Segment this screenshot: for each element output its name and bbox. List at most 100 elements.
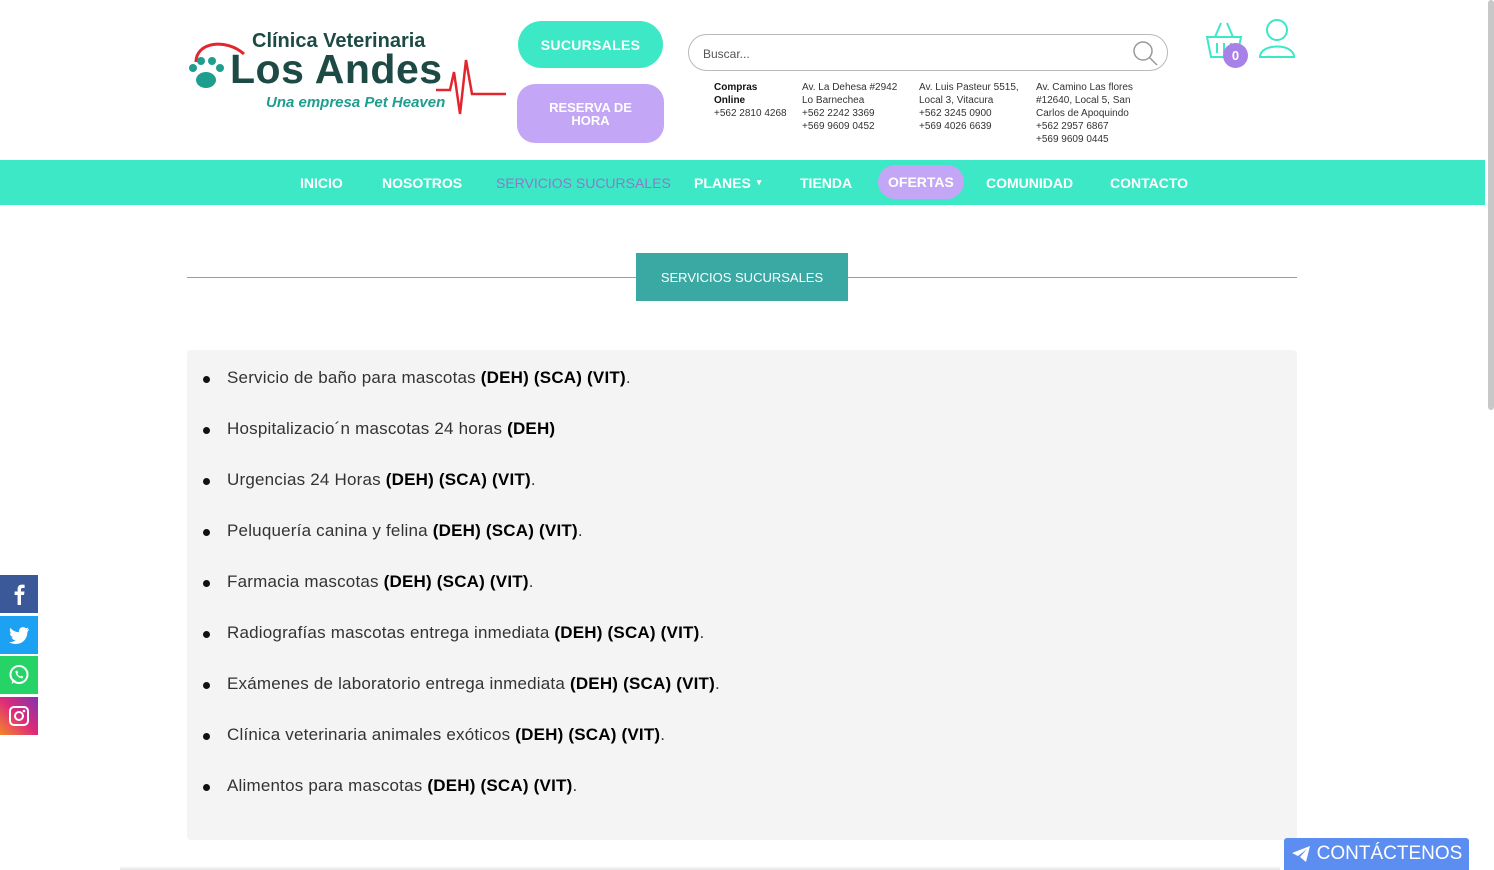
cart-count-badge: 0 (1223, 43, 1248, 68)
section-title: SERVICIOS SUCURSALES (636, 253, 848, 301)
sucursales-button[interactable]: SUCURSALES (518, 21, 663, 68)
contact-phone[interactable]: +562 3245 0900 (919, 107, 1031, 120)
brand-name: Los Andes (230, 46, 443, 92)
brand-tagline: Una empresa Pet Heaven (266, 94, 446, 111)
bullet (203, 478, 210, 485)
service-branches: (DEH) (SCA) (VIT) (515, 725, 661, 744)
service-text: Radiografías mascotas entrega inmediata (227, 623, 555, 642)
chevron-down-icon: ▾ (756, 177, 762, 187)
service-text: Servicio de baño para mascotas (227, 368, 481, 387)
site-logo[interactable]: Clínica Veterinaria Los Andes Una empres… (186, 28, 506, 118)
contact-phone[interactable]: +569 9609 0452 (802, 120, 914, 133)
contact-line: Local 3, Vitacura (919, 95, 994, 106)
nav-inicio[interactable]: INICIO (300, 160, 343, 205)
service-text: Farmacia mascotas (227, 572, 384, 591)
service-text: Hospitalizacio´n mascotas 24 horas (227, 419, 508, 438)
instagram-icon (9, 706, 29, 726)
service-text: Alimentos para mascotas (227, 776, 428, 795)
bullet (203, 784, 210, 791)
services-panel: Servicio de baño para mascotas (DEH) (SC… (187, 350, 1297, 840)
search-input[interactable] (701, 43, 1125, 65)
contact-line: #12640, Local 5, San (1036, 95, 1131, 106)
bullet (203, 376, 210, 383)
service-text: Clínica veterinaria animales exóticos (227, 725, 516, 744)
list-item: Radiografías mascotas entrega inmediata … (203, 623, 705, 643)
cart-button[interactable]: 0 (1203, 17, 1248, 68)
service-branches: (DEH) (SCA) (VIT) (427, 776, 573, 795)
list-item: Alimentos para mascotas (DEH) (SCA) (VIT… (203, 776, 578, 796)
nav-planes[interactable]: PLANES ▾ (694, 160, 761, 205)
main-nav: INICIO NOSOTROS SERVICIOS SUCURSALES PLA… (0, 160, 1485, 205)
scrollbar[interactable] (1488, 0, 1494, 410)
facebook-link[interactable] (0, 575, 38, 613)
bullet (203, 631, 210, 638)
service-branches: (DEH) (507, 419, 556, 438)
list-item: Hospitalizacio´n mascotas 24 horas (DEH) (203, 419, 556, 439)
list-item: Farmacia mascotas (DEH) (SCA) (VIT). (203, 572, 534, 592)
service-end: . (699, 623, 705, 642)
user-account-icon[interactable] (1258, 17, 1296, 59)
service-end: . (572, 776, 578, 795)
bullet (203, 529, 210, 536)
search-box (688, 34, 1168, 71)
contact-line: Av. Camino Las flores (1036, 82, 1133, 93)
bullet (203, 733, 210, 740)
instagram-link[interactable] (0, 697, 38, 735)
service-branches: (DEH) (SCA) (VIT) (432, 521, 578, 540)
service-text: Peluquería canina y felina (227, 521, 433, 540)
contact-line: Av. Luis Pasteur 5515, (919, 82, 1019, 93)
facebook-icon (14, 584, 25, 605)
bullet (203, 682, 210, 689)
nav-planes-label: PLANES (694, 174, 751, 191)
nav-servicios-sucursales[interactable]: SERVICIOS SUCURSALES (496, 160, 671, 205)
whatsapp-icon (9, 665, 29, 684)
nav-ofertas[interactable]: OFERTAS (878, 165, 964, 199)
list-item: Urgencias 24 Horas (DEH) (SCA) (VIT). (203, 470, 536, 490)
service-text: Exámenes de laboratorio entrega inmediat… (227, 674, 570, 693)
twitter-link[interactable] (0, 616, 38, 654)
whatsapp-link[interactable] (0, 656, 38, 694)
twitter-icon (9, 627, 29, 644)
contact-phone[interactable]: +562 2242 3369 (802, 107, 914, 120)
reserva-hora-button[interactable]: RESERVA DE HORA (517, 84, 664, 143)
contact-la-dehesa: Av. La Dehesa #2942 Lo Barnechea +562 22… (802, 81, 914, 133)
bullet (203, 580, 210, 587)
service-end: . (715, 674, 720, 693)
footer-shadow (120, 866, 1280, 870)
nav-tienda[interactable]: TIENDA (800, 160, 852, 205)
service-end: . (577, 521, 583, 540)
contact-compras-online: Compras Online +562 2810 4268 (714, 81, 798, 120)
paper-plane-icon (1291, 846, 1310, 862)
contact-line: Lo Barnechea (802, 95, 865, 106)
nav-nosotros[interactable]: NOSOTROS (382, 160, 462, 205)
service-branches: (DEH) (SCA) (VIT) (385, 470, 531, 489)
service-branches: (DEH) (SCA) (VIT) (554, 623, 700, 642)
contact-phone[interactable]: +562 2810 4268 (714, 107, 798, 120)
contact-phone[interactable]: +562 2957 6867 (1036, 120, 1158, 133)
list-item: Clínica veterinaria animales exóticos (D… (203, 725, 666, 745)
list-item: Servicio de baño para mascotas (DEH) (SC… (203, 368, 631, 388)
contact-phone[interactable]: +569 4026 6639 (919, 120, 1031, 133)
bullet (203, 427, 210, 434)
contactenos-button[interactable]: CONTÁCTENOS (1284, 838, 1469, 870)
service-text: Urgencias 24 Horas (227, 470, 386, 489)
service-branches: (DEH) (SCA) (VIT) (569, 674, 715, 693)
contact-san-carlos: Av. Camino Las flores #12640, Local 5, S… (1036, 81, 1158, 146)
contact-line: Compras (714, 82, 758, 93)
nav-contacto[interactable]: CONTACTO (1110, 160, 1188, 205)
nav-comunidad[interactable]: COMUNIDAD (986, 160, 1073, 205)
contact-line: Carlos de Apoquindo (1036, 108, 1129, 119)
contact-line: Av. La Dehesa #2942 (802, 82, 898, 93)
service-end: . (530, 470, 536, 489)
contact-vitacura: Av. Luis Pasteur 5515, Local 3, Vitacura… (919, 81, 1031, 133)
service-end: . (625, 368, 631, 387)
service-branches: (DEH) (SCA) (VIT) (383, 572, 529, 591)
contact-phone[interactable]: +569 9609 0445 (1036, 133, 1158, 146)
search-icon[interactable] (1131, 39, 1159, 67)
list-item: Exámenes de laboratorio entrega inmediat… (203, 674, 720, 694)
service-end: . (660, 725, 666, 744)
contactenos-label: CONTÁCTENOS (1316, 843, 1463, 864)
service-branches: (DEH) (SCA) (VIT) (480, 368, 626, 387)
paw-icon (189, 57, 224, 88)
service-end: . (528, 572, 534, 591)
